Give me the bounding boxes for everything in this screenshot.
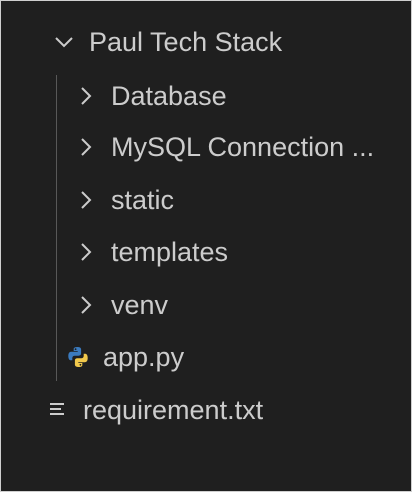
tree-item-label: static: [111, 184, 175, 215]
tree-item-label: requirement.txt: [83, 394, 264, 425]
python-file-icon: [63, 342, 93, 372]
tree-item-label: Database: [111, 80, 227, 111]
tree-folder-static[interactable]: static: [71, 177, 174, 223]
tree-folder-templates[interactable]: templates: [71, 229, 228, 275]
text-file-icon: [45, 395, 71, 425]
tree-file-requirement-txt[interactable]: requirement.txt: [45, 387, 263, 433]
tree-item-label: app.py: [103, 341, 185, 372]
tree-item-label: MySQL Connection ...: [111, 131, 375, 162]
chevron-right-icon: [71, 185, 101, 215]
indent-guide: [56, 75, 57, 381]
chevron-right-icon: [71, 290, 101, 320]
tree-folder-database[interactable]: Database: [71, 73, 227, 119]
file-explorer-panel: Paul Tech Stack Database MySQL Connectio…: [0, 0, 412, 492]
chevron-right-icon: [71, 237, 101, 267]
chevron-right-icon: [71, 81, 101, 111]
tree-file-app-py[interactable]: app.py: [63, 334, 184, 380]
tree-folder-mysql-connection[interactable]: MySQL Connection ...: [71, 124, 374, 170]
tree-root-label: Paul Tech Stack: [89, 26, 283, 57]
tree-item-label: templates: [111, 236, 229, 267]
tree-root-folder[interactable]: Paul Tech Stack: [49, 19, 282, 65]
tree-item-label: venv: [111, 289, 169, 320]
chevron-right-icon: [71, 132, 101, 162]
chevron-down-icon: [49, 27, 79, 57]
tree-folder-venv[interactable]: venv: [71, 282, 168, 328]
